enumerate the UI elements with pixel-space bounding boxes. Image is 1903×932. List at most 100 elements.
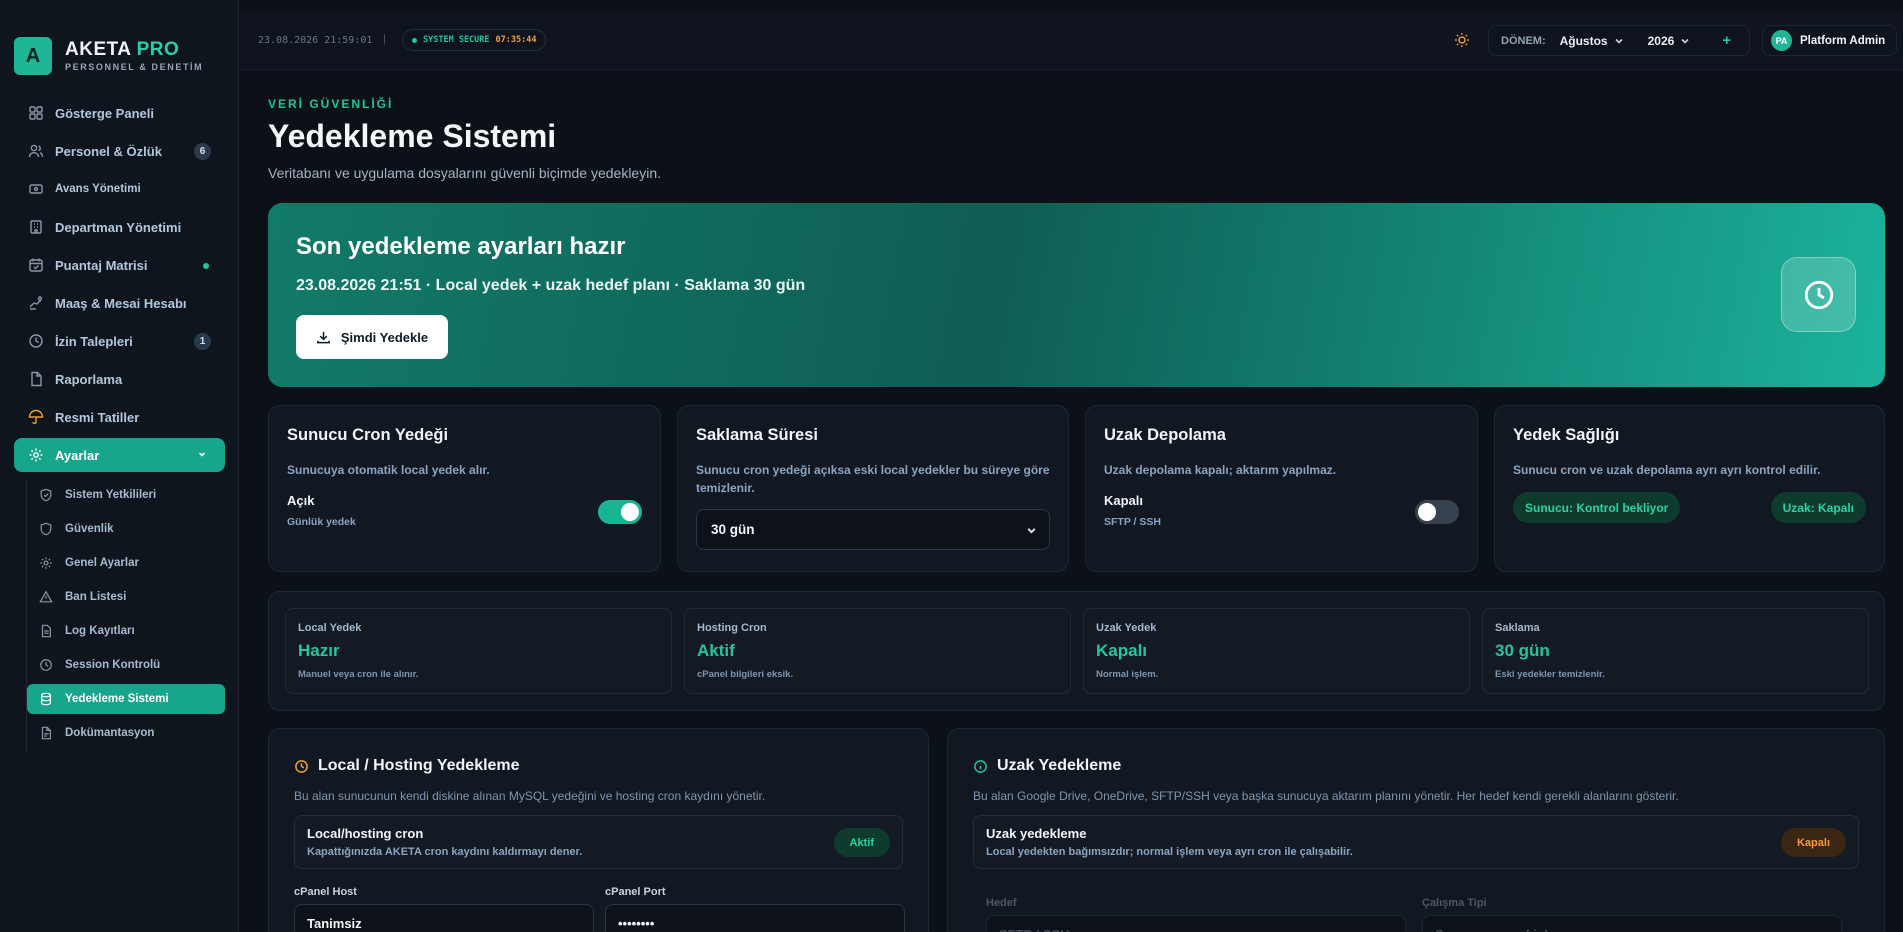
- sidebar-item-label: Puantaj Matrisi: [55, 257, 148, 273]
- secure-timer: 07:35:44: [495, 35, 537, 45]
- users-icon: [28, 144, 44, 158]
- settings-subnav: Sistem Yetkilileri Güvenlik Genel Ayarla…: [26, 480, 225, 752]
- card-description: Sunucuya otomatik local yedek alır.: [287, 463, 490, 477]
- subnav-item-session[interactable]: Session Kontrolü: [27, 650, 225, 680]
- calendar-check-icon: [29, 258, 43, 272]
- target-select[interactable]: SFTP / SSH: [986, 915, 1406, 932]
- subnav-item-label: Genel Ayarlar: [65, 557, 139, 569]
- sidebar-item-label: Departman Yönetimi: [55, 219, 182, 235]
- stat-hosting-cron: Hosting Cron Aktif cPanel bilgileri eksi…: [684, 608, 1071, 694]
- cpanel-port-input[interactable]: ••••••••: [605, 904, 905, 932]
- brand-logo: A: [14, 37, 52, 75]
- subnav-item-general[interactable]: Genel Ayarlar: [27, 548, 225, 578]
- card-title: Sunucu Cron Yedeği: [287, 426, 449, 444]
- sidebar-item-personnel[interactable]: Personel & Özlük 6: [14, 134, 225, 168]
- backup-health-card: Yedek Sağlığı Sunucu cron ve uzak depola…: [1494, 405, 1885, 572]
- cron-state-sub: Günlük yedek: [287, 516, 356, 528]
- card-title: Saklama Süresi: [696, 426, 818, 444]
- wallet-icon: [29, 184, 43, 194]
- backup-hero-banner: Son yedekleme ayarları hazır 23.08.2026 …: [268, 203, 1885, 387]
- subnav-item-backup[interactable]: Yedekleme Sistemi: [27, 684, 225, 714]
- chevron-down-icon: [1681, 38, 1689, 44]
- sidebar-item-department[interactable]: Departman Yönetimi: [14, 210, 225, 244]
- status-dot: [412, 37, 417, 43]
- target-label: Hedef: [986, 897, 1017, 909]
- remote-backup-status-button[interactable]: Kapalı: [1780, 828, 1846, 857]
- cpanel-host-input[interactable]: Tanimsiz: [294, 904, 594, 932]
- cron-backup-toggle[interactable]: [598, 500, 642, 524]
- separator: |: [383, 33, 386, 45]
- stat-sub: Manuel veya cron ile alınır.: [298, 669, 419, 680]
- sidebar-item-label: İzin Talepleri: [55, 333, 133, 349]
- sidebar-item-holidays[interactable]: Resmi Tatiller: [14, 400, 225, 434]
- clock-badge: [1781, 257, 1856, 332]
- user-menu[interactable]: PA Platform Admin: [1762, 25, 1897, 56]
- remote-storage-card: Uzak Depolama Uzak depolama kapalı; akta…: [1085, 405, 1478, 572]
- sidebar-item-reports[interactable]: Raporlama: [14, 362, 225, 396]
- page-eyebrow: VERİ GÜVENLİĞİ: [268, 97, 394, 111]
- retention-card: Saklama Süresi Sunucu cron yedeği açıksa…: [677, 405, 1069, 572]
- sidebar-item-dashboard[interactable]: Gösterge Paneli: [14, 96, 225, 130]
- panel-title: Local / Hosting Yedekleme: [318, 757, 520, 774]
- brand[interactable]: A AKETA PRO PERSONNEL & DENETİM: [14, 37, 203, 75]
- panel-header: Local / Hosting Yedekleme: [294, 757, 520, 775]
- brand-name: AKETA PRO: [65, 39, 180, 60]
- row-subtitle: Kapattığınızda AKETA cron kaydını kaldır…: [307, 846, 583, 858]
- subnav-item-docs[interactable]: Dokümantasyon: [27, 718, 225, 748]
- sidebar-item-leave[interactable]: İzin Talepleri 1: [14, 324, 225, 358]
- sidebar-item-label: Gösterge Paneli: [55, 105, 154, 121]
- secure-label: SYSTEM SECURE: [423, 35, 490, 45]
- user-name: Platform Admin: [1800, 34, 1886, 47]
- sidebar-item-label: Avans Yönetimi: [55, 183, 141, 195]
- warning-icon: [39, 590, 53, 603]
- gear-icon: [40, 557, 52, 569]
- subnav-item-banlist[interactable]: Ban Listesi: [27, 582, 225, 612]
- subnav-item-admins[interactable]: Sistem Yetkilileri: [27, 480, 225, 510]
- card-description: Sunucu cron yedeği açıksa eski local yed…: [696, 463, 1050, 495]
- add-period-button[interactable]: +: [1722, 32, 1731, 49]
- card-title: Uzak Depolama: [1104, 426, 1226, 444]
- month-select[interactable]: Ağustos: [1560, 34, 1624, 48]
- local-hosting-panel: Local / Hosting Yedekleme Bu alan sunucu…: [268, 728, 929, 932]
- row-title: Local/hosting cron: [307, 826, 424, 841]
- remote-state-sub: SFTP / SSH: [1104, 516, 1161, 528]
- stat-local-backup: Local Yedek Hazır Manuel veya cron ile a…: [285, 608, 672, 694]
- sidebar-item-timesheet[interactable]: Puantaj Matrisi: [14, 248, 225, 282]
- backup-stats: Local Yedek Hazır Manuel veya cron ile a…: [268, 591, 1885, 711]
- stat-sub: Normal işlem.: [1096, 669, 1159, 680]
- sidebar-item-settings[interactable]: Ayarlar: [14, 438, 225, 472]
- stat-label: Hosting Cron: [697, 622, 767, 634]
- stat-value: Hazır: [298, 641, 340, 660]
- sidebar-item-payroll[interactable]: Maaş & Mesai Hesabı: [14, 286, 225, 320]
- chevron-down-icon: [198, 452, 206, 457]
- building-icon: [30, 220, 42, 234]
- cron-state: Açık: [287, 493, 315, 508]
- local-cron-status-button[interactable]: Aktif: [833, 828, 890, 857]
- subnav-item-security[interactable]: Güvenlik: [27, 514, 225, 544]
- retention-select[interactable]: 30 gün: [696, 509, 1050, 550]
- remote-storage-toggle[interactable]: [1415, 500, 1459, 524]
- status-dot: [203, 263, 209, 269]
- sidebar: A AKETA PRO PERSONNEL & DENETİM Gösterge…: [0, 0, 239, 932]
- database-icon: [41, 692, 51, 706]
- run-type-select[interactable]: Sunucu normal işlem: [1422, 915, 1842, 932]
- subnav-item-label: Dokümantasyon: [65, 727, 155, 739]
- subnav-item-label: Sistem Yetkilileri: [65, 489, 157, 501]
- document-icon: [41, 726, 51, 740]
- backup-now-button[interactable]: Şimdi Yedekle: [296, 315, 448, 359]
- sidebar-item-advance[interactable]: Avans Yönetimi: [14, 172, 225, 206]
- shield-icon: [40, 488, 52, 502]
- year-select[interactable]: 2026: [1648, 34, 1691, 48]
- sun-icon[interactable]: [1454, 32, 1470, 48]
- subnav-item-label: Yedekleme Sistemi: [65, 693, 169, 705]
- stat-sub: cPanel bilgileri eksik.: [697, 669, 794, 680]
- card-description: Sunucu cron ve uzak depolama ayrı ayrı k…: [1513, 463, 1821, 477]
- remote-backup-row: Uzak yedekleme Local yedekten bağımsızdı…: [973, 815, 1859, 869]
- chevron-down-icon: [1615, 38, 1623, 44]
- remote-status-badge: Uzak: Kapalı: [1770, 492, 1866, 523]
- remote-state: Kapalı: [1104, 493, 1144, 508]
- clock-icon: [1804, 280, 1833, 309]
- clock-icon: [295, 759, 308, 773]
- grid-icon: [29, 106, 43, 120]
- subnav-item-logs[interactable]: Log Kayıtları: [27, 616, 225, 646]
